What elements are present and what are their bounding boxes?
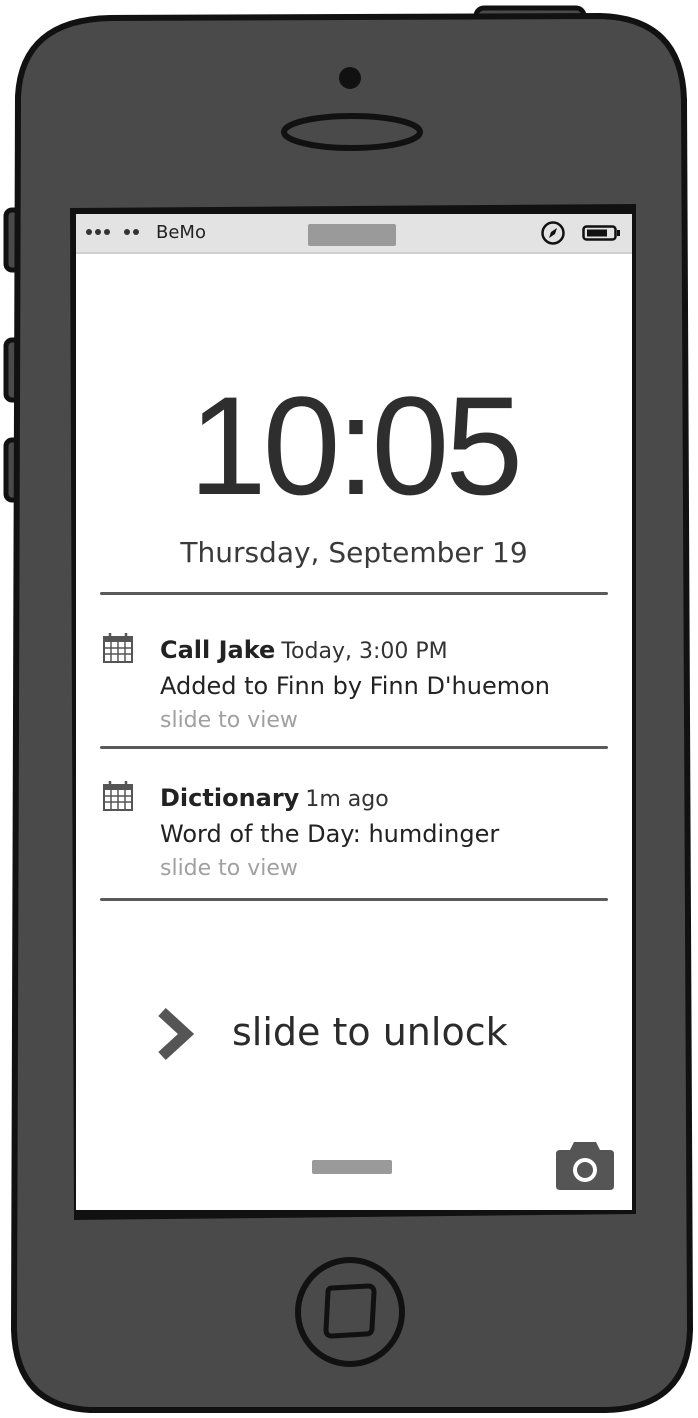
notification-app: Call Jake xyxy=(160,636,276,664)
control-center-grabber[interactable] xyxy=(312,1160,392,1174)
status-bar: BeMo xyxy=(76,214,632,254)
status-time-placeholder xyxy=(308,224,396,246)
camera-icon[interactable] xyxy=(554,1138,616,1192)
notification-item[interactable]: Call Jake Today, 3:00 PM Added to Finn by… xyxy=(76,620,632,760)
phone-frame: BeMo 10:05 Thursday, September 19 Call J… xyxy=(0,0,698,1418)
notification-time: 1m ago xyxy=(305,787,389,812)
slide-to-unlock-label[interactable]: slide to unlock xyxy=(232,1010,508,1054)
lock-clock: 10:05 xyxy=(188,367,523,524)
compass-icon xyxy=(541,221,565,245)
notification-item[interactable]: Dictionary 1m ago Word of the Day: humdin… xyxy=(76,768,632,908)
calendar-icon xyxy=(103,781,133,811)
divider xyxy=(100,898,608,901)
chevron-right-icon[interactable] xyxy=(156,1006,196,1062)
notification-time: Today, 3:00 PM xyxy=(281,639,448,664)
divider xyxy=(100,746,608,749)
divider xyxy=(100,592,608,595)
notification-title: Dictionary 1m ago xyxy=(160,784,389,812)
notification-title: Call Jake Today, 3:00 PM xyxy=(160,636,448,664)
notification-app: Dictionary xyxy=(160,784,300,812)
notification-message: Word of the Day: humdinger xyxy=(160,820,500,848)
calendar-icon xyxy=(103,633,133,663)
lock-screen: BeMo 10:05 Thursday, September 19 Call J… xyxy=(76,214,632,1210)
battery-icon xyxy=(582,225,620,241)
notification-message: Added to Finn by Finn D'huemon xyxy=(160,672,550,700)
slide-to-view-hint[interactable]: slide to view xyxy=(160,856,298,881)
signal-dots-icon xyxy=(86,229,139,235)
home-button[interactable] xyxy=(290,1252,410,1372)
lock-date: Thursday, September 19 xyxy=(180,536,528,569)
slide-to-view-hint[interactable]: slide to view xyxy=(160,708,298,733)
carrier-label: BeMo xyxy=(156,222,206,243)
